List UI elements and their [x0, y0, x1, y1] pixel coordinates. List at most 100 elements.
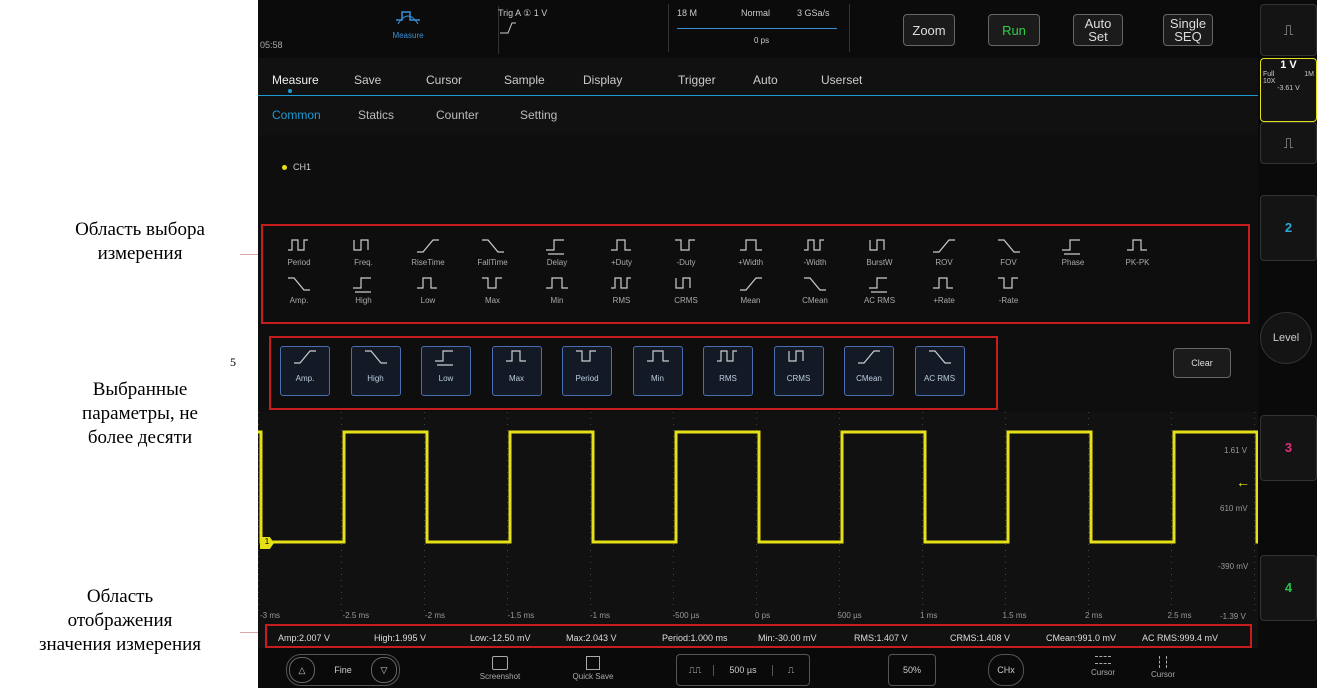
- submenu-counter[interactable]: Counter: [436, 108, 479, 122]
- measure-option[interactable]: CRMS: [655, 274, 717, 326]
- measure-option[interactable]: Phase: [1042, 236, 1104, 288]
- measure-option[interactable]: Amp.: [268, 274, 330, 326]
- expand-pulse-icon[interactable]: ⎍: [771, 664, 809, 676]
- down-triangle-icon[interactable]: ▽: [370, 657, 397, 683]
- time-tick: -3 ms: [260, 611, 280, 620]
- menu-auto[interactable]: Auto: [753, 73, 778, 87]
- menu-sample[interactable]: Sample: [504, 73, 545, 87]
- graticule-dot: [507, 520, 508, 521]
- menu-measure[interactable]: Measure: [272, 73, 319, 87]
- level-knob[interactable]: Level: [1260, 312, 1312, 364]
- graticule-dot: [1088, 526, 1089, 527]
- measure-option[interactable]: +Rate: [913, 274, 975, 326]
- cursor-v-button[interactable]: Cursor: [1138, 656, 1188, 679]
- up-triangle-icon[interactable]: △: [289, 657, 315, 683]
- graticule-dot: [922, 544, 923, 545]
- submenu-setting[interactable]: Setting: [520, 108, 557, 122]
- measure-option[interactable]: Mean: [720, 274, 782, 326]
- screenshot-button[interactable]: Screenshot: [470, 656, 530, 681]
- submenu-common[interactable]: Common: [272, 108, 321, 122]
- ch4-button[interactable]: 4: [1260, 555, 1317, 621]
- graticule-dot: [590, 412, 591, 413]
- graticule-dot: [1254, 484, 1255, 485]
- menu-display[interactable]: Display: [583, 73, 622, 87]
- graticule-dot: [341, 538, 342, 539]
- graticule-dot: [922, 508, 923, 509]
- graticule-dot: [1005, 550, 1006, 551]
- graticule-dot: [756, 586, 757, 587]
- trigger-info[interactable]: Trig A ① 1 V: [498, 8, 618, 54]
- menu-trigger[interactable]: Trigger: [678, 73, 716, 87]
- chx-button[interactable]: CHx: [988, 654, 1024, 686]
- graticule-dot: [1171, 472, 1172, 473]
- fine-control[interactable]: △ Fine ▽: [286, 654, 400, 686]
- graticule-dot: [258, 610, 259, 611]
- graticule-dot: [590, 514, 591, 515]
- pulse-icon-top[interactable]: ⎍: [1260, 4, 1317, 56]
- selected-param[interactable]: CRMS: [773, 346, 824, 396]
- selected-param[interactable]: Min: [632, 346, 683, 396]
- graticule-dot: [673, 496, 674, 497]
- menu-save[interactable]: Save: [354, 73, 381, 87]
- selected-param[interactable]: High: [350, 346, 401, 396]
- graticule-dot: [507, 544, 508, 545]
- measure-option[interactable]: Max: [462, 274, 524, 326]
- graticule-dot: [839, 586, 840, 587]
- zoom-button[interactable]: Zoom: [903, 14, 955, 46]
- ch3-button[interactable]: 3: [1260, 415, 1317, 481]
- measure-option[interactable]: PK-PK: [1107, 236, 1169, 288]
- selected-param[interactable]: Low: [421, 346, 471, 396]
- graticule-dot: [590, 538, 591, 539]
- fifty-percent-button[interactable]: 50%: [888, 654, 936, 686]
- graticule-dot: [1254, 544, 1255, 545]
- clear-button[interactable]: Clear: [1173, 348, 1231, 378]
- graticule-dot: [258, 520, 259, 521]
- measure-option[interactable]: CMean: [784, 274, 846, 326]
- graticule-dot: [1088, 472, 1089, 473]
- graticule-dot: [424, 478, 425, 479]
- selected-param[interactable]: Amp.: [280, 346, 330, 396]
- graticule-dot: [1088, 550, 1089, 551]
- selected-param[interactable]: CMean: [844, 346, 894, 396]
- graticule-dot: [756, 520, 757, 521]
- timebase-control[interactable]: ⎍⎍ 500 µs ⎍: [676, 654, 810, 686]
- selected-param[interactable]: Max: [491, 346, 542, 396]
- graticule-dot: [756, 448, 757, 449]
- measure-option[interactable]: Low: [397, 274, 459, 326]
- acquisition-info[interactable]: 18 M Normal 3 GSa/s 0 ps: [668, 4, 850, 52]
- measure-option[interactable]: RMS: [591, 274, 653, 326]
- selected-param-label: RMS: [719, 374, 737, 383]
- selected-param-label: Max: [508, 374, 525, 383]
- graticule-dot: [341, 472, 342, 473]
- auto-set-button[interactable]: Auto Set: [1073, 14, 1123, 46]
- selected-param[interactable]: Period: [562, 346, 612, 396]
- selected-param[interactable]: AC RMS: [914, 346, 965, 396]
- graticule-dot: [341, 604, 342, 605]
- ch2-button[interactable]: 2: [1260, 195, 1317, 261]
- channel-tag[interactable]: CH1: [282, 162, 311, 172]
- graticule-dot: [507, 574, 508, 575]
- measure-icon[interactable]: Measure: [378, 6, 438, 40]
- measure-option[interactable]: -Rate: [978, 274, 1040, 326]
- graticule-dot: [1254, 604, 1255, 605]
- quick-save-button[interactable]: Quick Save: [563, 656, 623, 681]
- menu-cursor[interactable]: Cursor: [426, 73, 462, 87]
- graticule-dot: [424, 604, 425, 605]
- single-seq-button[interactable]: Single SEQ: [1163, 14, 1213, 46]
- run-button[interactable]: Run: [988, 14, 1040, 46]
- measure-option[interactable]: AC RMS: [849, 274, 911, 326]
- graticule-dot: [756, 556, 757, 557]
- selected-param[interactable]: RMS: [703, 346, 753, 396]
- submenu-statics[interactable]: Statics: [358, 108, 394, 122]
- cursor-h-button[interactable]: Cursor: [1078, 656, 1128, 677]
- pulse-icon-ch1[interactable]: ⎍: [1260, 122, 1317, 164]
- compress-pulse-icon[interactable]: ⎍⎍: [677, 664, 714, 676]
- measure-option[interactable]: Min: [526, 274, 588, 326]
- graticule-dot: [590, 424, 591, 425]
- measure-option[interactable]: High: [333, 274, 395, 326]
- menu-userset[interactable]: Userset: [821, 73, 862, 87]
- graticule-dot: [424, 424, 425, 425]
- ch1-settings[interactable]: 1 V Full 1M 10X -3.61 V: [1260, 58, 1317, 122]
- graticule-dot: [922, 562, 923, 563]
- graticule-dot: [507, 532, 508, 533]
